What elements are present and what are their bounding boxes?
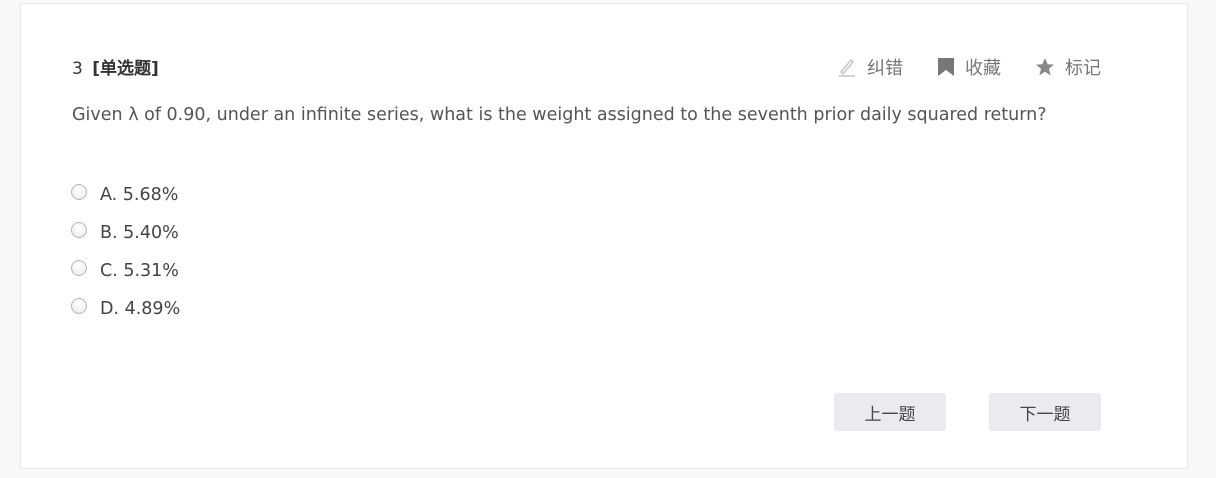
star-icon bbox=[1035, 57, 1055, 77]
mark-label: 标记 bbox=[1065, 58, 1101, 79]
question-type: [单选题] bbox=[92, 59, 159, 79]
favorite-button[interactable]: 收藏 bbox=[937, 54, 1001, 80]
question-header: 3 [单选题] bbox=[72, 54, 159, 79]
option-label: D. 4.89% bbox=[100, 299, 181, 319]
option-label: B. 5.40% bbox=[100, 223, 179, 243]
option-d[interactable]: D. 4.89% bbox=[71, 278, 180, 328]
mark-button[interactable]: 标记 bbox=[1035, 54, 1101, 80]
radio-button[interactable] bbox=[71, 184, 87, 200]
report-error-button[interactable]: 纠错 bbox=[837, 54, 903, 80]
next-question-button[interactable]: 下一题 bbox=[989, 393, 1101, 431]
radio-button[interactable] bbox=[71, 222, 87, 238]
question-text: Given λ of 0.90, under an infinite serie… bbox=[72, 105, 1047, 125]
radio-button[interactable] bbox=[71, 298, 87, 314]
radio-button[interactable] bbox=[71, 260, 87, 276]
question-tools: 纠错 收藏 标记 bbox=[837, 54, 1101, 80]
question-number: 3 bbox=[72, 59, 83, 79]
bookmark-icon bbox=[937, 57, 955, 77]
prev-question-button[interactable]: 上一题 bbox=[834, 393, 946, 431]
question-card: 3 [单选题] 纠错 收藏 标记 Given λ of 0.90, under … bbox=[20, 3, 1188, 469]
option-label: A. 5.68% bbox=[100, 185, 179, 205]
options-list: A. 5.68% B. 5.40% C. 5.31% D. 4.89% bbox=[71, 176, 180, 328]
favorite-label: 收藏 bbox=[965, 58, 1001, 79]
pencil-icon bbox=[837, 57, 857, 77]
option-label: C. 5.31% bbox=[100, 261, 179, 281]
report-error-label: 纠错 bbox=[867, 58, 903, 79]
